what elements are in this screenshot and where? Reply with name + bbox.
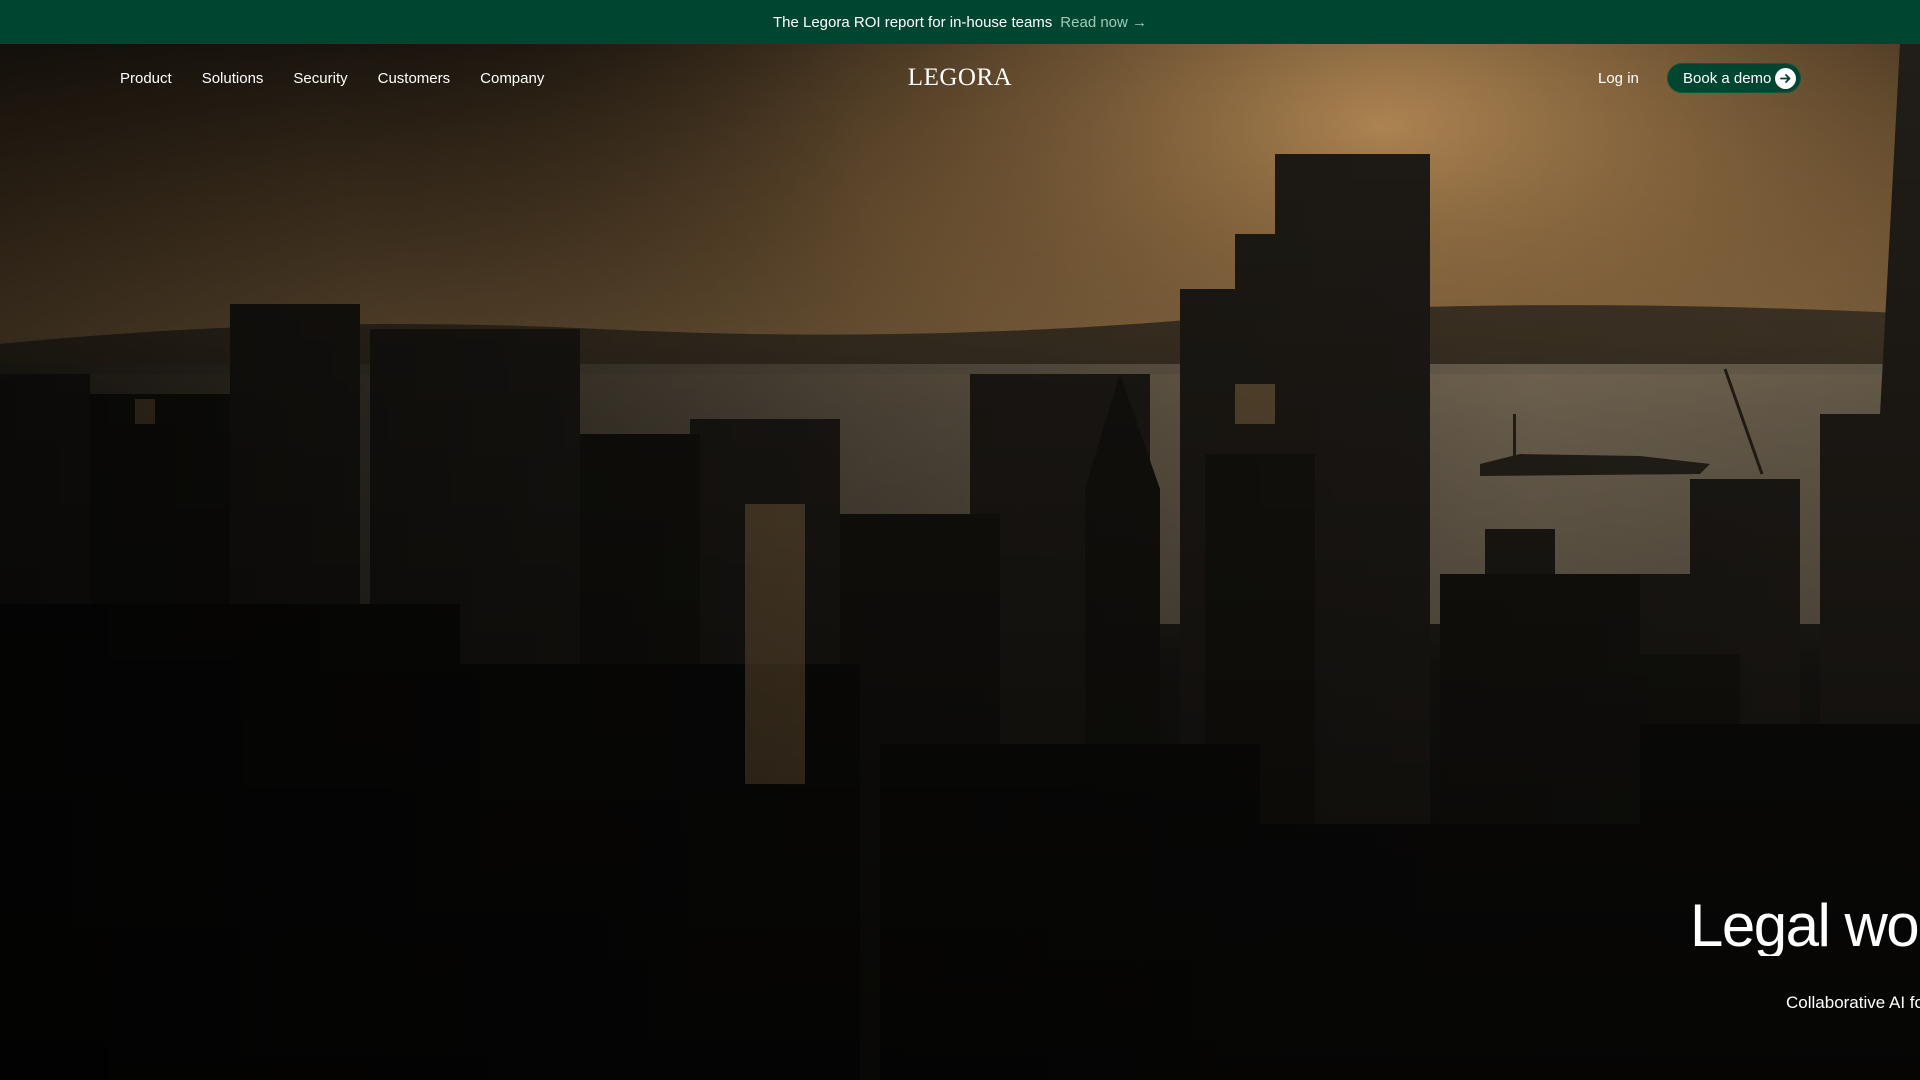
nav-item-product[interactable]: Product	[120, 70, 172, 87]
announcement-bar: The Legora ROI report for in-house teams…	[0, 0, 1920, 44]
arrow-right-icon	[1775, 68, 1796, 89]
legora-logo[interactable]: LEGORA	[908, 64, 1012, 92]
city-skyline-image	[0, 44, 1920, 1080]
hero-subtitle: Collaborative AI for	[1786, 993, 1920, 1012]
hero-title: Legal wor	[1690, 896, 1920, 956]
nav-item-solutions[interactable]: Solutions	[202, 70, 264, 87]
nav-item-company[interactable]: Company	[480, 70, 544, 87]
read-now-link[interactable]: Read now →	[1060, 14, 1147, 31]
top-nav: Product Solutions Security Customers Com…	[0, 44, 1920, 112]
hero-background-image	[0, 44, 1920, 1080]
book-demo-button[interactable]: Book a demo	[1667, 63, 1801, 93]
nav-item-security[interactable]: Security	[293, 70, 347, 87]
book-demo-label: Book a demo	[1683, 69, 1772, 87]
login-link[interactable]: Log in	[1598, 44, 1639, 112]
nav-item-customers[interactable]: Customers	[378, 70, 451, 87]
nav-links: Product Solutions Security Customers Com…	[120, 44, 544, 112]
announcement-text: The Legora ROI report for in-house teams	[772, 13, 1053, 31]
